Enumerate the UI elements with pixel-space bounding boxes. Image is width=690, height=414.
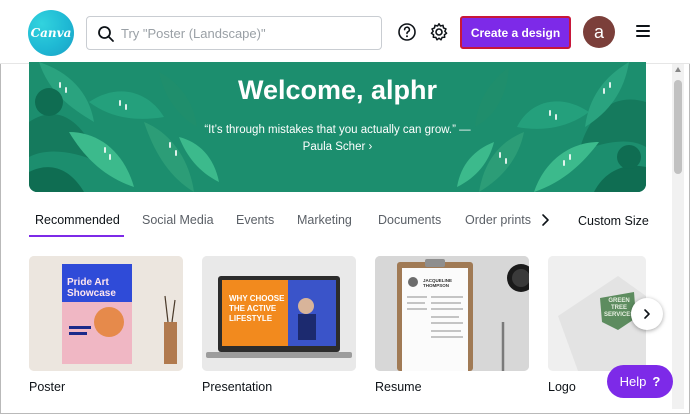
chevron-right-icon	[644, 309, 650, 319]
tab-documents[interactable]: Documents	[378, 213, 441, 227]
welcome-title: Welcome, alphr	[237, 75, 438, 105]
logo-thumb-text: GREEN TREE SERVICES	[604, 298, 635, 318]
page-scrollbar[interactable]	[672, 64, 684, 409]
help-button[interactable]: Help ?	[607, 365, 673, 398]
presentation-thumb-text: WHY CHOOSE THE ACTIVE LIFESTYLE	[229, 294, 285, 323]
presentation-template-card[interactable]: WHY CHOOSE THE ACTIVE LIFESTYLE	[202, 256, 356, 371]
search-box[interactable]	[86, 16, 382, 50]
avatar[interactable]: a	[583, 16, 615, 48]
help-question-icon: ?	[652, 374, 661, 389]
custom-size-button[interactable]: Custom Size	[578, 214, 649, 228]
logo-label: Logo	[548, 380, 576, 394]
create-design-button[interactable]: Create a design	[460, 16, 571, 49]
resume-thumbnail	[375, 256, 529, 371]
poster-label: Poster	[29, 380, 66, 394]
tab-social-media[interactable]: Social Media	[142, 213, 214, 227]
design-category-tabs: Recommended Social Media Events Marketin…	[29, 206, 649, 238]
presentation-label: Presentation	[202, 380, 273, 394]
poster-template-card[interactable]: Pride Art Showcase	[29, 256, 183, 371]
canva-logo[interactable]: Canva	[28, 10, 74, 56]
banner-author-link[interactable]: Paula Scher ›	[29, 141, 646, 153]
menu-icon[interactable]	[636, 25, 650, 37]
tab-marketing[interactable]: Marketing	[297, 213, 352, 227]
help-circle-icon[interactable]	[396, 21, 418, 43]
poster-thumb-text: Pride Art Showcase	[67, 277, 116, 299]
tab-recommended[interactable]: Recommended	[35, 213, 120, 227]
carousel-next-button[interactable]	[631, 298, 663, 330]
active-tab-indicator	[29, 235, 124, 237]
resume-thumb-text: JACQUELINE THOMPSON	[423, 278, 453, 288]
gear-icon[interactable]	[428, 21, 450, 43]
tab-events[interactable]: Events	[236, 213, 274, 227]
search-input[interactable]	[121, 23, 371, 43]
top-bar: Canva Create a design a	[0, 0, 690, 64]
chevron-right-icon[interactable]	[538, 212, 552, 228]
poster-thumbnail	[29, 256, 183, 371]
scroll-up-arrow-icon[interactable]	[675, 67, 681, 72]
search-icon	[98, 26, 114, 42]
banner-quote: “It’s through mistakes that you actually…	[204, 124, 471, 136]
tab-order-prints[interactable]: Order prints	[465, 213, 531, 227]
scrollbar-thumb[interactable]	[674, 80, 682, 174]
logo-text: Canva	[30, 26, 72, 40]
resume-template-card[interactable]: JACQUELINE THOMPSON	[375, 256, 529, 371]
resume-label: Resume	[375, 380, 422, 394]
help-label: Help	[619, 374, 647, 389]
welcome-banner: Welcome, alphr “It’s through mistakes th…	[29, 62, 646, 192]
